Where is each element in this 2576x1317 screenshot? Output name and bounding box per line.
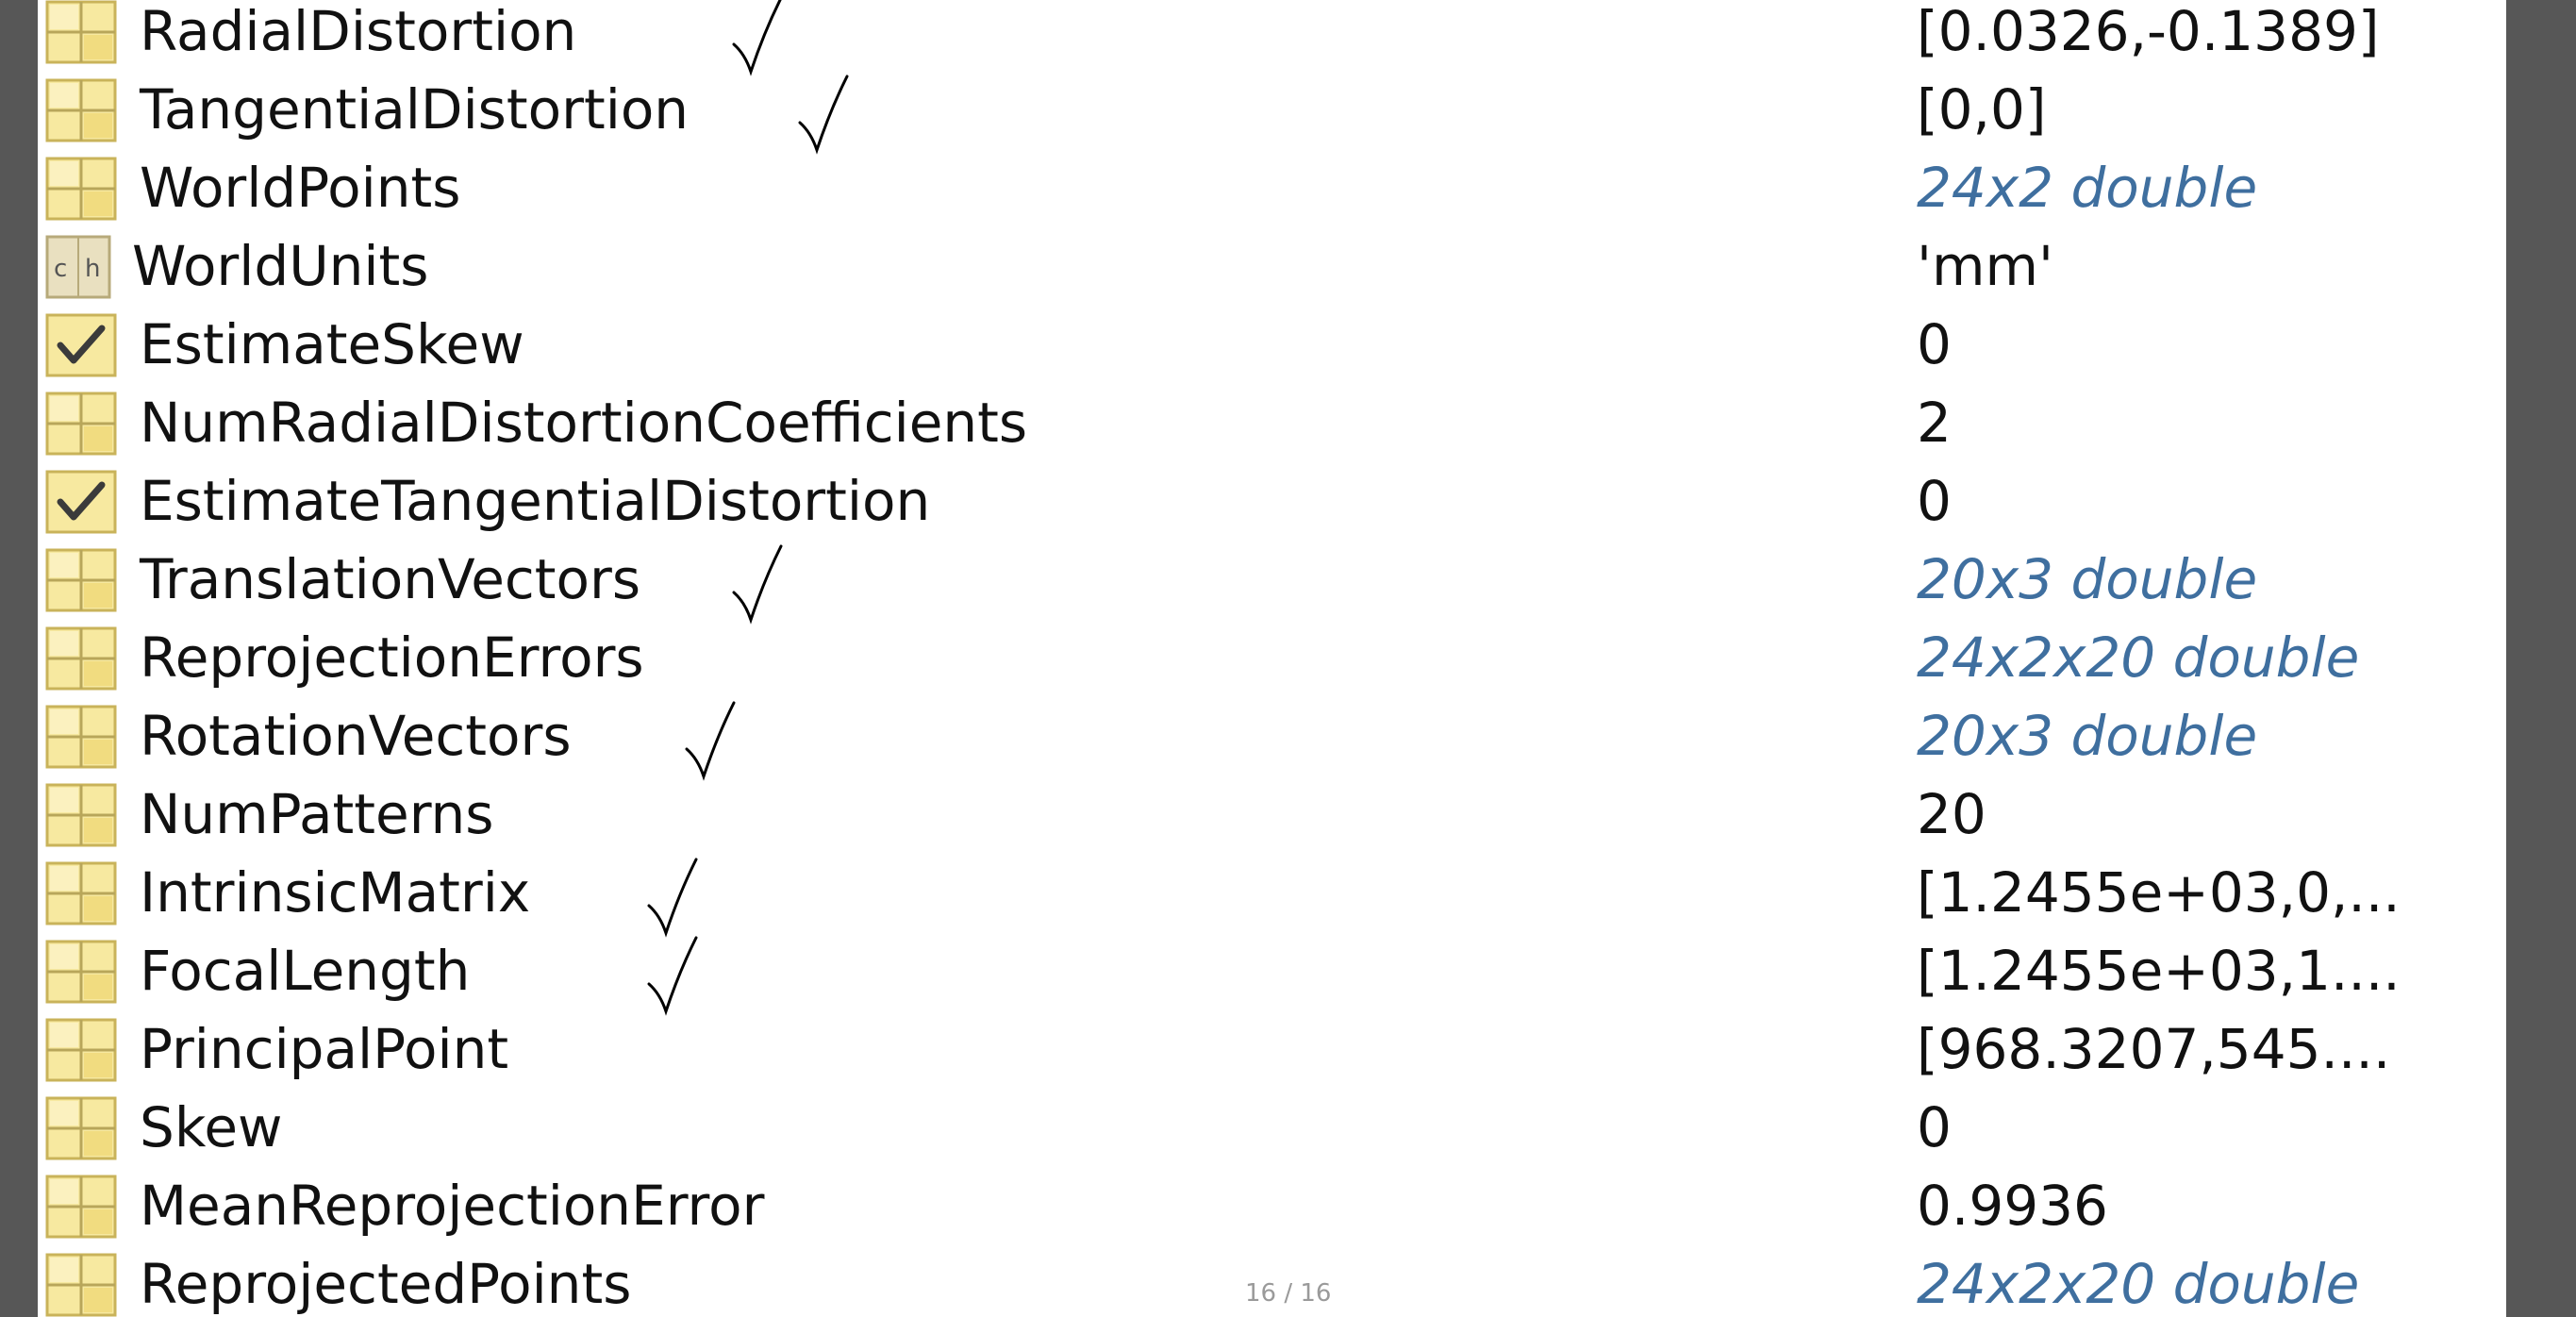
variable-name: NumRadialDistortionCoefficients	[140, 391, 1028, 455]
variable-name: WorldUnits	[132, 234, 429, 298]
handwritten-checkmark	[726, 541, 839, 625]
variable-name: MeanReprojectionError	[140, 1174, 765, 1238]
matrix-icon	[45, 78, 117, 142]
matrix-icon	[45, 1253, 117, 1317]
variable-row[interactable]: ReprojectionErrors 24x2x20 double	[38, 619, 2506, 697]
variable-name: IntrinsicMatrix	[140, 860, 531, 925]
handwritten-checkmark	[679, 697, 792, 781]
variable-row[interactable]: IntrinsicMatrix [1.2455e+03,0,...	[38, 854, 2506, 938]
variable-row[interactable]: NumPatterns 20	[38, 775, 2506, 854]
variable-row[interactable]: EstimateTangentialDistortion 0	[38, 462, 2506, 541]
matrix-icon	[45, 548, 117, 612]
variable-value-link[interactable]: 20x3 double	[1917, 697, 2257, 775]
variable-value: [0,0]	[1917, 77, 2047, 142]
variable-name: PrincipalPoint	[140, 1017, 509, 1081]
handwritten-checkmark	[641, 932, 755, 1016]
variable-name: EstimateTangentialDistortion	[140, 469, 931, 533]
variable-value-link[interactable]: 24x2x20 double	[1917, 619, 2359, 697]
matrix-icon	[45, 705, 117, 769]
variable-row[interactable]: EstimateSkew 0	[38, 306, 2506, 384]
variable-value: 2	[1917, 391, 1952, 455]
variable-name: WorldPoints	[140, 156, 461, 220]
matrix-icon	[45, 1018, 117, 1082]
variable-name: RadialDistortion	[140, 0, 577, 63]
matrix-icon	[45, 861, 117, 925]
variable-row[interactable]: NumRadialDistortionCoefficients 2	[38, 384, 2506, 462]
variable-row[interactable]: Skew 0	[38, 1089, 2506, 1167]
matrix-icon	[45, 0, 117, 64]
left-frame	[0, 0, 38, 1317]
variable-row[interactable]: TangentialDistortion [0,0]	[38, 71, 2506, 155]
variable-row[interactable]: TranslationVectors 20x3 double	[38, 541, 2506, 625]
variable-row[interactable]: RotationVectors 20x3 double	[38, 697, 2506, 781]
variable-value: 'mm'	[1917, 234, 2053, 298]
checkbox-icon	[45, 313, 117, 377]
variable-value: 0.9936	[1917, 1174, 2108, 1238]
variable-name: Skew	[140, 1095, 283, 1159]
variable-name: TranslationVectors	[140, 547, 641, 611]
matrix-icon	[45, 626, 117, 691]
variable-row[interactable]: MeanReprojectionError 0.9936	[38, 1167, 2506, 1245]
variable-name: ReprojectionErrors	[140, 625, 644, 690]
matrix-icon	[45, 1096, 117, 1160]
matrix-icon	[45, 157, 117, 221]
variable-value: 20	[1917, 782, 1986, 846]
variable-name: TangentialDistortion	[140, 77, 690, 142]
variable-name: NumPatterns	[140, 782, 494, 846]
matrix-icon	[45, 940, 117, 1004]
handwritten-checkmark	[726, 0, 839, 76]
variable-value: 0	[1917, 1095, 1952, 1159]
variable-name: ReprojectedPoints	[140, 1252, 632, 1316]
variable-name: RotationVectors	[140, 704, 572, 768]
handwritten-checkmark	[641, 854, 755, 938]
variable-value-link[interactable]: 20x3 double	[1917, 541, 2257, 619]
variable-value: [0.0326,-0.1389]	[1917, 0, 2380, 63]
variable-value: 0	[1917, 312, 1952, 376]
variable-row[interactable]: FocalLength [1.2455e+03,1....	[38, 932, 2506, 1016]
matrix-icon	[45, 783, 117, 847]
variable-row[interactable]: RadialDistortion [0.0326,-0.1389]	[38, 0, 2506, 76]
variable-value-link[interactable]: 24x2 double	[1917, 149, 2257, 227]
variable-name: EstimateSkew	[140, 312, 524, 376]
variable-row[interactable]: PrincipalPoint [968.3207,545....	[38, 1010, 2506, 1089]
matrix-icon	[45, 1175, 117, 1239]
variable-value: [968.3207,545....	[1917, 1017, 2391, 1081]
handwritten-checkmark	[792, 71, 906, 155]
workspace-variable-list: RadialDistortion [0.0326,-0.1389] Tangenti…	[38, 0, 2506, 1317]
page-indicator: 16 / 16	[1245, 1279, 1332, 1308]
svg-text:h: h	[85, 255, 100, 283]
right-frame	[2506, 0, 2576, 1317]
variable-value: [1.2455e+03,1....	[1917, 939, 2401, 1003]
variable-value-link[interactable]: 24x2x20 double	[1917, 1245, 2359, 1317]
variable-name: FocalLength	[140, 939, 471, 1003]
svg-text:c: c	[54, 255, 67, 283]
variable-value: 0	[1917, 469, 1952, 533]
variable-row[interactable]: c h WorldUnits'mm'	[38, 227, 2506, 306]
variable-value: [1.2455e+03,0,...	[1917, 860, 2401, 925]
variable-row[interactable]: WorldPoints 24x2 double	[38, 149, 2506, 227]
checkbox-icon	[45, 470, 117, 534]
matrix-icon	[45, 392, 117, 456]
char-icon: ch	[45, 235, 117, 299]
